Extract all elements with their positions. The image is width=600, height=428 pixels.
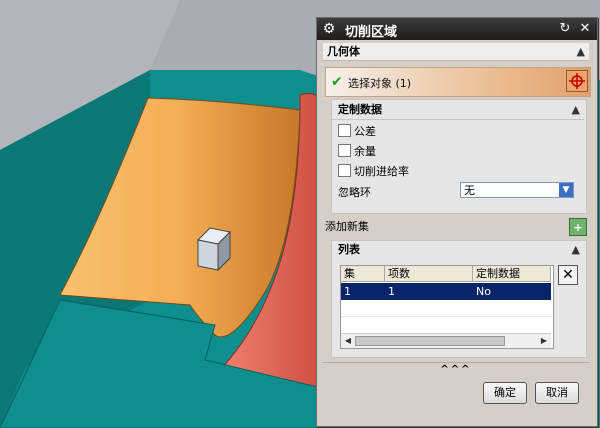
stock-checkbox[interactable]	[338, 144, 351, 157]
cell-count: 1	[388, 285, 395, 298]
column-header-set[interactable]: 集	[341, 266, 385, 282]
list-header[interactable]: 列表 ▲	[332, 241, 584, 259]
dialog-titlebar[interactable]: ⚙ 切削区域 ↻ ✕	[317, 18, 597, 40]
horizontal-scrollbar[interactable]: ◀ ▶	[341, 333, 551, 348]
stock-checkbox-row[interactable]: 余量	[338, 144, 376, 160]
close-icon[interactable]: ✕	[577, 21, 593, 37]
row-divider	[341, 316, 551, 317]
ok-button[interactable]: 确定	[483, 382, 527, 404]
geometry-section-header[interactable]: 几何体 ▲	[323, 43, 589, 61]
scroll-right-icon[interactable]: ▶	[538, 335, 550, 347]
dialog-title: 切削区域	[345, 25, 398, 40]
select-object-row[interactable]: ✔ 选择对象 (1)	[325, 67, 591, 97]
delete-icon[interactable]: ✕	[558, 265, 578, 285]
tolerance-label: 公差	[354, 125, 376, 138]
tolerance-checkbox[interactable]	[338, 124, 351, 137]
feed-rate-label: 切削进给率	[354, 165, 409, 178]
checkmark-icon: ✔	[331, 74, 343, 90]
crosshair-icon	[569, 73, 585, 89]
collapse-chevron-icon[interactable]: ▲	[577, 43, 585, 61]
cut-region-dialog: ⚙ 切削区域 ↻ ✕ 几何体 ▲ ✔ 选择对象 (1) 定制数据 ▲ 公差 余量	[316, 17, 598, 427]
add-new-set-row: 添加新集 +	[325, 216, 589, 238]
feed-rate-checkbox[interactable]	[338, 164, 351, 177]
select-object-label: 选择对象 (1)	[348, 77, 412, 90]
ignore-ring-label: 忽略环	[338, 186, 371, 199]
cancel-button[interactable]: 取消	[535, 382, 579, 404]
column-header-count[interactable]: 项数	[385, 266, 473, 282]
list-panel: 列表 ▲ 集 项数 定制数据 1 1 No ◀ ▶ ✕	[331, 240, 587, 358]
list-header-label: 列表	[338, 243, 360, 256]
column-header-custom[interactable]: 定制数据	[473, 266, 551, 282]
geometry-section-label: 几何体	[327, 45, 360, 58]
custom-data-panel: 定制数据 ▲ 公差 余量 切削进给率 忽略环 无 ▼	[331, 99, 587, 214]
cell-custom: No	[476, 285, 491, 298]
collapse-chevron-icon[interactable]: ▲	[572, 100, 580, 120]
collapse-chevron-icon[interactable]: ▲	[572, 241, 580, 259]
table-row[interactable]: 1 1 No	[341, 283, 551, 300]
gear-icon: ⚙	[322, 21, 336, 37]
ignore-ring-value: 无	[464, 184, 475, 197]
ignore-ring-select[interactable]: 无 ▼	[460, 182, 574, 198]
cell-set: 1	[344, 285, 351, 298]
scroll-thumb[interactable]	[355, 336, 505, 346]
scroll-left-icon[interactable]: ◀	[342, 335, 354, 347]
feed-rate-checkbox-row[interactable]: 切削进给率	[338, 164, 409, 180]
reset-icon[interactable]: ↻	[557, 21, 573, 37]
stock-label: 余量	[354, 145, 376, 158]
custom-data-header[interactable]: 定制数据 ▲	[332, 100, 584, 120]
dropdown-arrow-icon[interactable]: ▼	[559, 183, 573, 197]
plus-icon[interactable]: +	[569, 218, 587, 236]
add-new-set-label: 添加新集	[325, 220, 369, 233]
crosshair-button[interactable]	[566, 70, 588, 92]
more-options-toggle[interactable]: ^^^	[323, 362, 589, 377]
custom-data-label: 定制数据	[338, 103, 382, 116]
tolerance-checkbox-row[interactable]: 公差	[338, 124, 376, 140]
set-table[interactable]: 集 项数 定制数据 1 1 No ◀ ▶	[340, 265, 554, 349]
